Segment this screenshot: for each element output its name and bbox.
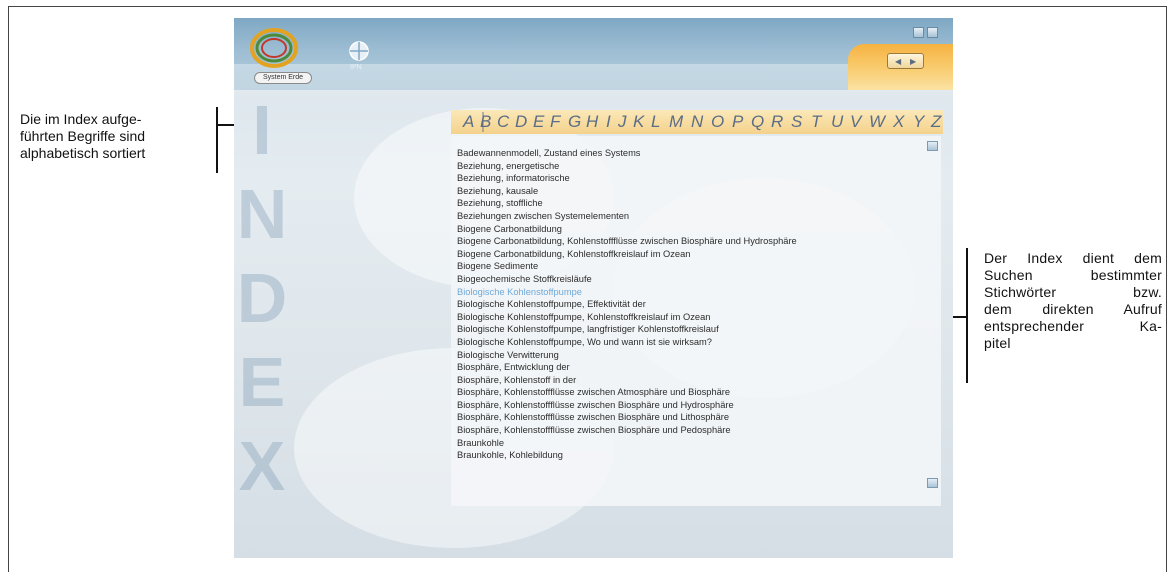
index-entry[interactable]: Beziehung, informatorische <box>457 172 897 185</box>
index-entry[interactable]: Biogene Carbonatbildung, Kohlenstoffflüs… <box>457 235 897 248</box>
watermark-letter: N <box>236 175 288 253</box>
index-entry[interactable]: Beziehung, energetische <box>457 160 897 173</box>
caption-left-line: Die im Index aufge- <box>20 111 142 127</box>
alphabet-letter-b[interactable]: B <box>480 112 491 132</box>
ipn-label: IPN <box>350 64 362 71</box>
caption-left-line: führten Begriffe sind <box>20 128 146 144</box>
index-entry[interactable]: Biosphäre, Kohlenstoffflüsse zwischen Bi… <box>457 424 897 437</box>
alphabet-letter-g[interactable]: G <box>568 112 581 132</box>
index-entry[interactable]: Biosphäre, Kohlenstoff in der <box>457 374 897 387</box>
index-entry[interactable]: Biologische Kohlenstoffpumpe, Wo und wan… <box>457 336 897 349</box>
index-entry[interactable]: Biosphäre, Entwicklung der <box>457 361 897 374</box>
alphabet-letter-s[interactable]: S <box>791 112 802 132</box>
chevron-right-icon[interactable]: ▶ <box>910 57 916 66</box>
alphabet-letter-e[interactable]: E <box>533 112 544 132</box>
alphabet-letter-v[interactable]: V <box>850 112 861 132</box>
index-entry[interactable]: Beziehungen zwischen Systemelementen <box>457 210 897 223</box>
index-entry[interactable]: Biogene Carbonatbildung <box>457 223 897 236</box>
caption-left-bracket <box>216 107 218 173</box>
index-entry[interactable]: Biologische Verwitterung <box>457 349 897 362</box>
caption-right-line: Suchen bestimmter <box>984 267 1162 283</box>
index-entry[interactable]: Braunkohle, Kohlebildung <box>457 449 897 462</box>
alphabet-letter-a[interactable]: A <box>463 112 474 132</box>
index-watermark: I N D E X <box>234 88 292 558</box>
alphabet-letter-d[interactable]: D <box>515 112 527 132</box>
logo-text: System Erde <box>254 72 312 84</box>
watermark-letter: D <box>236 259 288 337</box>
caption-left: Die im Index aufge- führten Begriffe sin… <box>20 111 205 162</box>
index-entry[interactable]: Biosphäre, Kohlenstoffflüsse zwischen Bi… <box>457 411 897 424</box>
index-entry-active[interactable]: Biologische Kohlenstoffpumpe <box>457 286 897 299</box>
index-entry[interactable]: Biogene Sedimente <box>457 260 897 273</box>
minimize-button[interactable] <box>913 27 924 38</box>
header-sheen <box>234 64 953 104</box>
index-entry-list: Badewannenmodell, Zustand eines Systems B… <box>457 147 897 462</box>
chevron-left-icon[interactable]: ◀ <box>895 57 901 66</box>
watermark-letter: E <box>238 343 286 421</box>
index-entry[interactable]: Biologische Kohlenstoffpumpe, Kohlenstof… <box>457 311 897 324</box>
alphabet-letter-c[interactable]: C <box>497 112 509 132</box>
system-erde-logo-icon <box>250 28 298 68</box>
alphabet-letter-m[interactable]: M <box>669 112 683 132</box>
app-header: System Erde IPN ◀ ▶ <box>234 18 953 104</box>
index-entry[interactable]: Biogeochemische Stoffkreisläufe <box>457 273 897 286</box>
alphabet-letter-r[interactable]: R <box>771 112 783 132</box>
alphabet-letter-o[interactable]: O <box>711 112 724 132</box>
watermark-letter: X <box>238 427 286 505</box>
alphabet-letter-n[interactable]: N <box>691 112 703 132</box>
index-entry[interactable]: Biologische Kohlenstoffpumpe, langfristi… <box>457 323 897 336</box>
scroll-up-button[interactable] <box>927 141 938 151</box>
index-entry[interactable]: Biosphäre, Kohlenstoffflüsse zwischen At… <box>457 386 897 399</box>
alphabet-letter-y[interactable]: Y <box>913 112 924 132</box>
index-entry[interactable]: Beziehung, stoffliche <box>457 197 897 210</box>
caption-right-line: entsprechender Ka- <box>984 318 1162 334</box>
caption-right: Der Index dient dem Suchen bestimmter St… <box>984 250 1162 352</box>
caption-right-line: dem direkten Aufruf <box>984 301 1162 317</box>
alphabet-letter-z[interactable]: Z <box>931 112 941 132</box>
caption-right-line: Der Index dient dem <box>984 250 1162 266</box>
app-window: I N D E X System Erde IPN ◀ ▶ ABCDEFG H … <box>234 18 953 558</box>
alphabet-letter-k[interactable]: K <box>633 112 644 132</box>
index-entry[interactable]: Beziehung, kausale <box>457 185 897 198</box>
alphabet-bar: ABCDEFGHIJKLMNOPQRSTUVWXYZ <box>451 110 943 134</box>
index-entry[interactable]: Biogene Carbonatbildung, Kohlenstoffkrei… <box>457 248 897 261</box>
caption-right-line: Stichwörter bzw. <box>984 284 1162 300</box>
alphabet-letter-j[interactable]: J <box>618 112 627 132</box>
navigation-arrows: ◀ ▶ <box>887 53 924 69</box>
index-entry[interactable]: Braunkohle <box>457 437 897 450</box>
alphabet-letter-f[interactable]: F <box>550 112 560 132</box>
alphabet-letter-i[interactable]: I <box>606 112 611 132</box>
scroll-down-button[interactable] <box>927 478 938 488</box>
ipn-globe-icon <box>349 41 369 61</box>
index-entry[interactable]: Badewannenmodell, Zustand eines Systems <box>457 147 897 160</box>
alphabet-letter-h[interactable]: H <box>586 112 598 132</box>
alphabet-letter-u[interactable]: U <box>831 112 843 132</box>
index-entry[interactable]: Biologische Kohlenstoffpumpe, Effektivit… <box>457 298 897 311</box>
alphabet-letter-x[interactable]: X <box>893 112 904 132</box>
index-entry[interactable]: Biosphäre, Kohlenstoffflüsse zwischen Bi… <box>457 399 897 412</box>
alphabet-letter-p[interactable]: P <box>732 112 743 132</box>
caption-left-line: alphabetisch sortiert <box>20 145 146 161</box>
alphabet-letter-t[interactable]: T <box>811 112 821 132</box>
close-button[interactable] <box>927 27 938 38</box>
alphabet-letter-q[interactable]: Q <box>751 112 764 132</box>
alphabet-letter-l[interactable]: L <box>651 112 660 132</box>
alphabet-letter-w[interactable]: W <box>869 112 885 132</box>
caption-right-line: pitel <box>984 335 1011 351</box>
